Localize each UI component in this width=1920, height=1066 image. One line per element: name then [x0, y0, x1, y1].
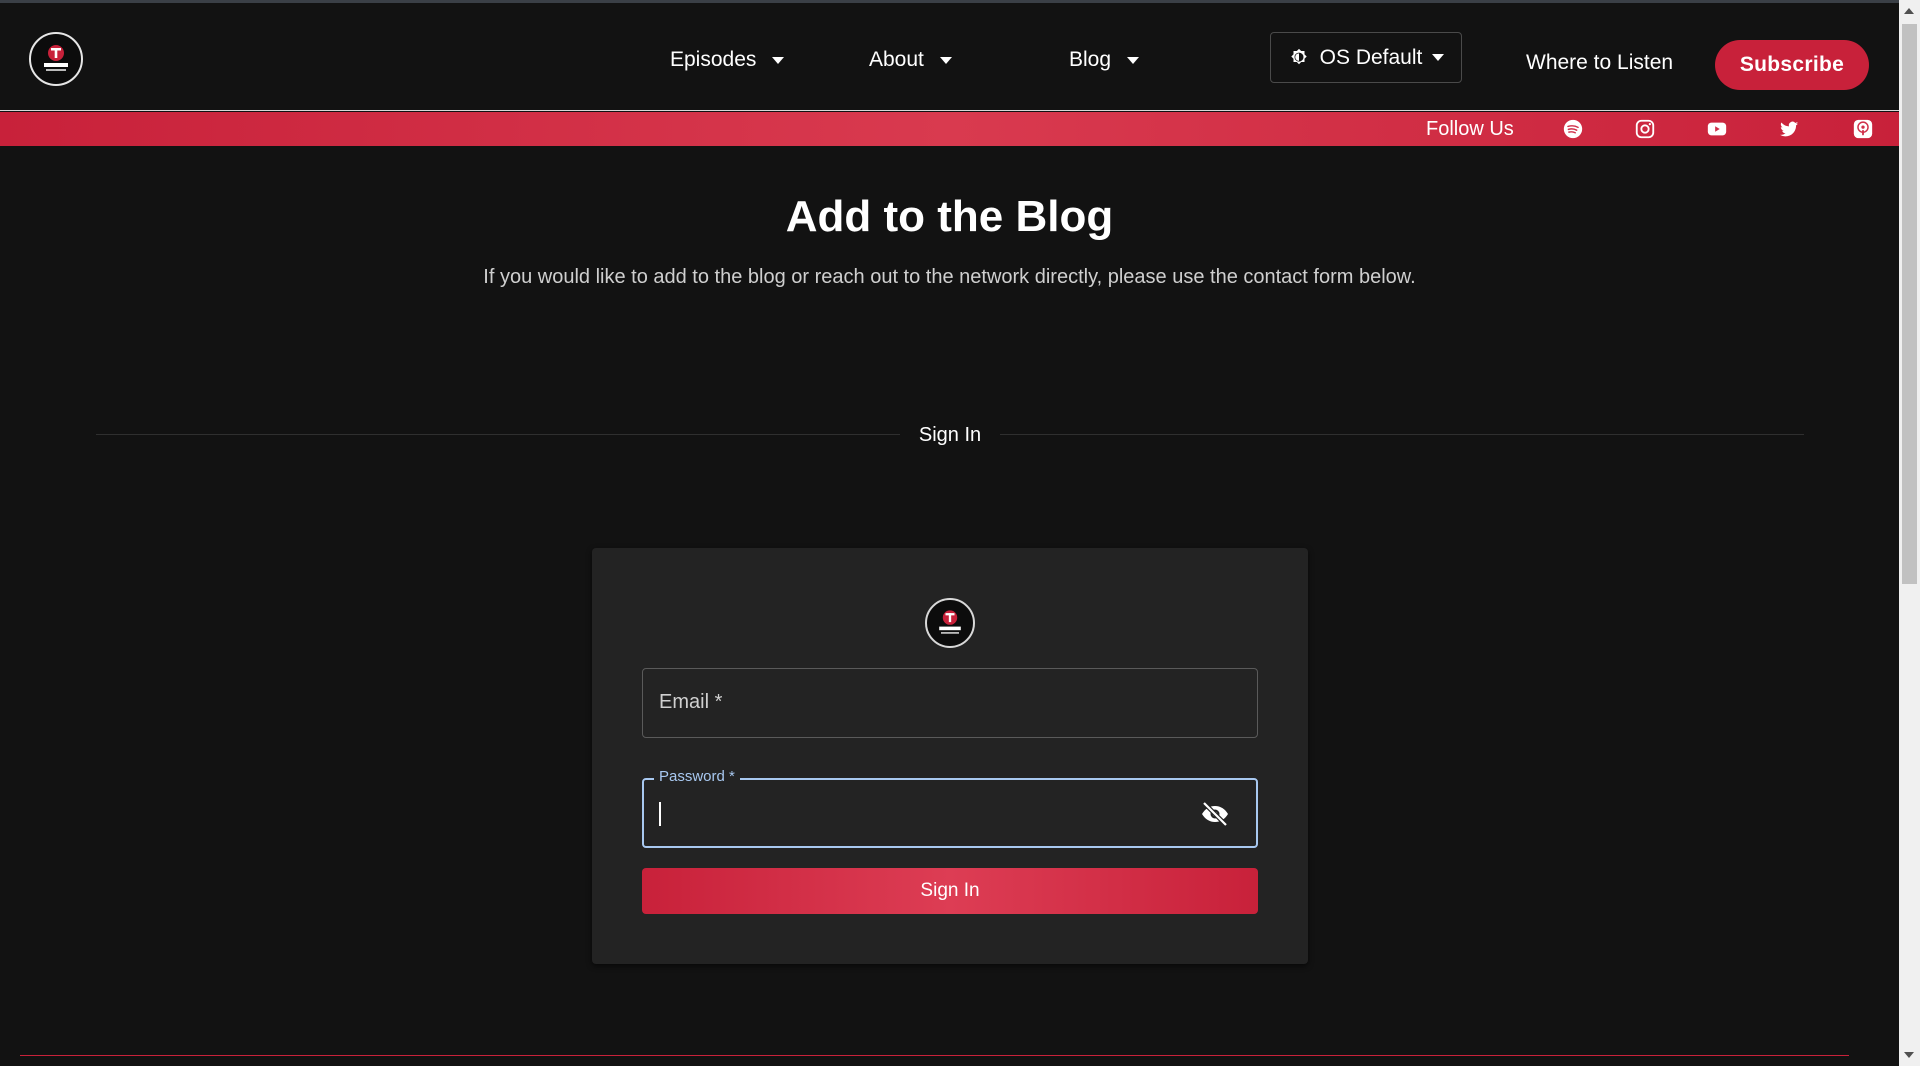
email-field-label: Email *: [659, 691, 723, 713]
theme-selector-button[interactable]: OS Default: [1270, 32, 1462, 83]
where-to-listen-link[interactable]: Where to Listen: [1526, 51, 1673, 75]
chevron-down-icon: [772, 56, 785, 64]
takeover-logo-icon[interactable]: [29, 32, 83, 86]
nav-episodes[interactable]: Episodes: [670, 45, 785, 75]
scroll-down-icon[interactable]: [1904, 1052, 1914, 1058]
nav-blog[interactable]: Blog: [1069, 45, 1140, 75]
youtube-icon[interactable]: [1706, 118, 1728, 140]
password-field-label: Password *: [654, 768, 740, 785]
vertical-scrollbar[interactable]: [1899, 0, 1920, 1066]
scrollbar-thumb[interactable]: [1902, 24, 1917, 584]
nav-episodes-label: Episodes: [670, 48, 757, 71]
instagram-icon[interactable]: [1634, 118, 1656, 140]
section-divider-label: Sign In: [918, 424, 982, 446]
email-field[interactable]: Email *: [642, 668, 1258, 738]
chevron-down-icon: [1432, 54, 1445, 61]
nav-blog-label: Blog: [1069, 48, 1112, 71]
subscribe-button[interactable]: Subscribe: [1715, 40, 1869, 90]
site-header: Episodes About Blog OS Default Where to …: [0, 3, 1899, 111]
chevron-down-icon: [1127, 56, 1140, 64]
spotify-icon[interactable]: [1562, 118, 1584, 140]
follow-bar: Follow Us: [0, 112, 1899, 146]
page-subtitle: If you would like to add to the blog or …: [483, 266, 1416, 288]
nav-about[interactable]: About: [869, 45, 952, 75]
visibility-off-icon[interactable]: [1200, 801, 1230, 827]
theme-label: OS Default: [1319, 45, 1423, 69]
scroll-up-icon[interactable]: [1904, 8, 1914, 14]
takeover-logo-icon: [925, 598, 975, 648]
page: Episodes About Blog OS Default Where to …: [0, 0, 1920, 1066]
password-field[interactable]: Password *: [642, 768, 1258, 848]
theme-brightness-icon: [1290, 48, 1307, 64]
twitter-icon[interactable]: [1778, 118, 1800, 140]
divider-right: [1000, 434, 1804, 435]
sign-in-button[interactable]: Sign In: [642, 868, 1258, 914]
text-cursor: [659, 802, 661, 826]
signin-card: Email * Password * Sign In: [592, 548, 1308, 964]
footer-border: [20, 1055, 1849, 1056]
chevron-down-icon: [939, 56, 952, 64]
follow-us-label: Follow Us: [1426, 118, 1514, 140]
divider-left: [96, 434, 900, 435]
page-title: Add to the Blog: [785, 192, 1114, 241]
apple-podcasts-icon[interactable]: [1852, 118, 1874, 140]
nav-about-label: About: [869, 48, 924, 71]
